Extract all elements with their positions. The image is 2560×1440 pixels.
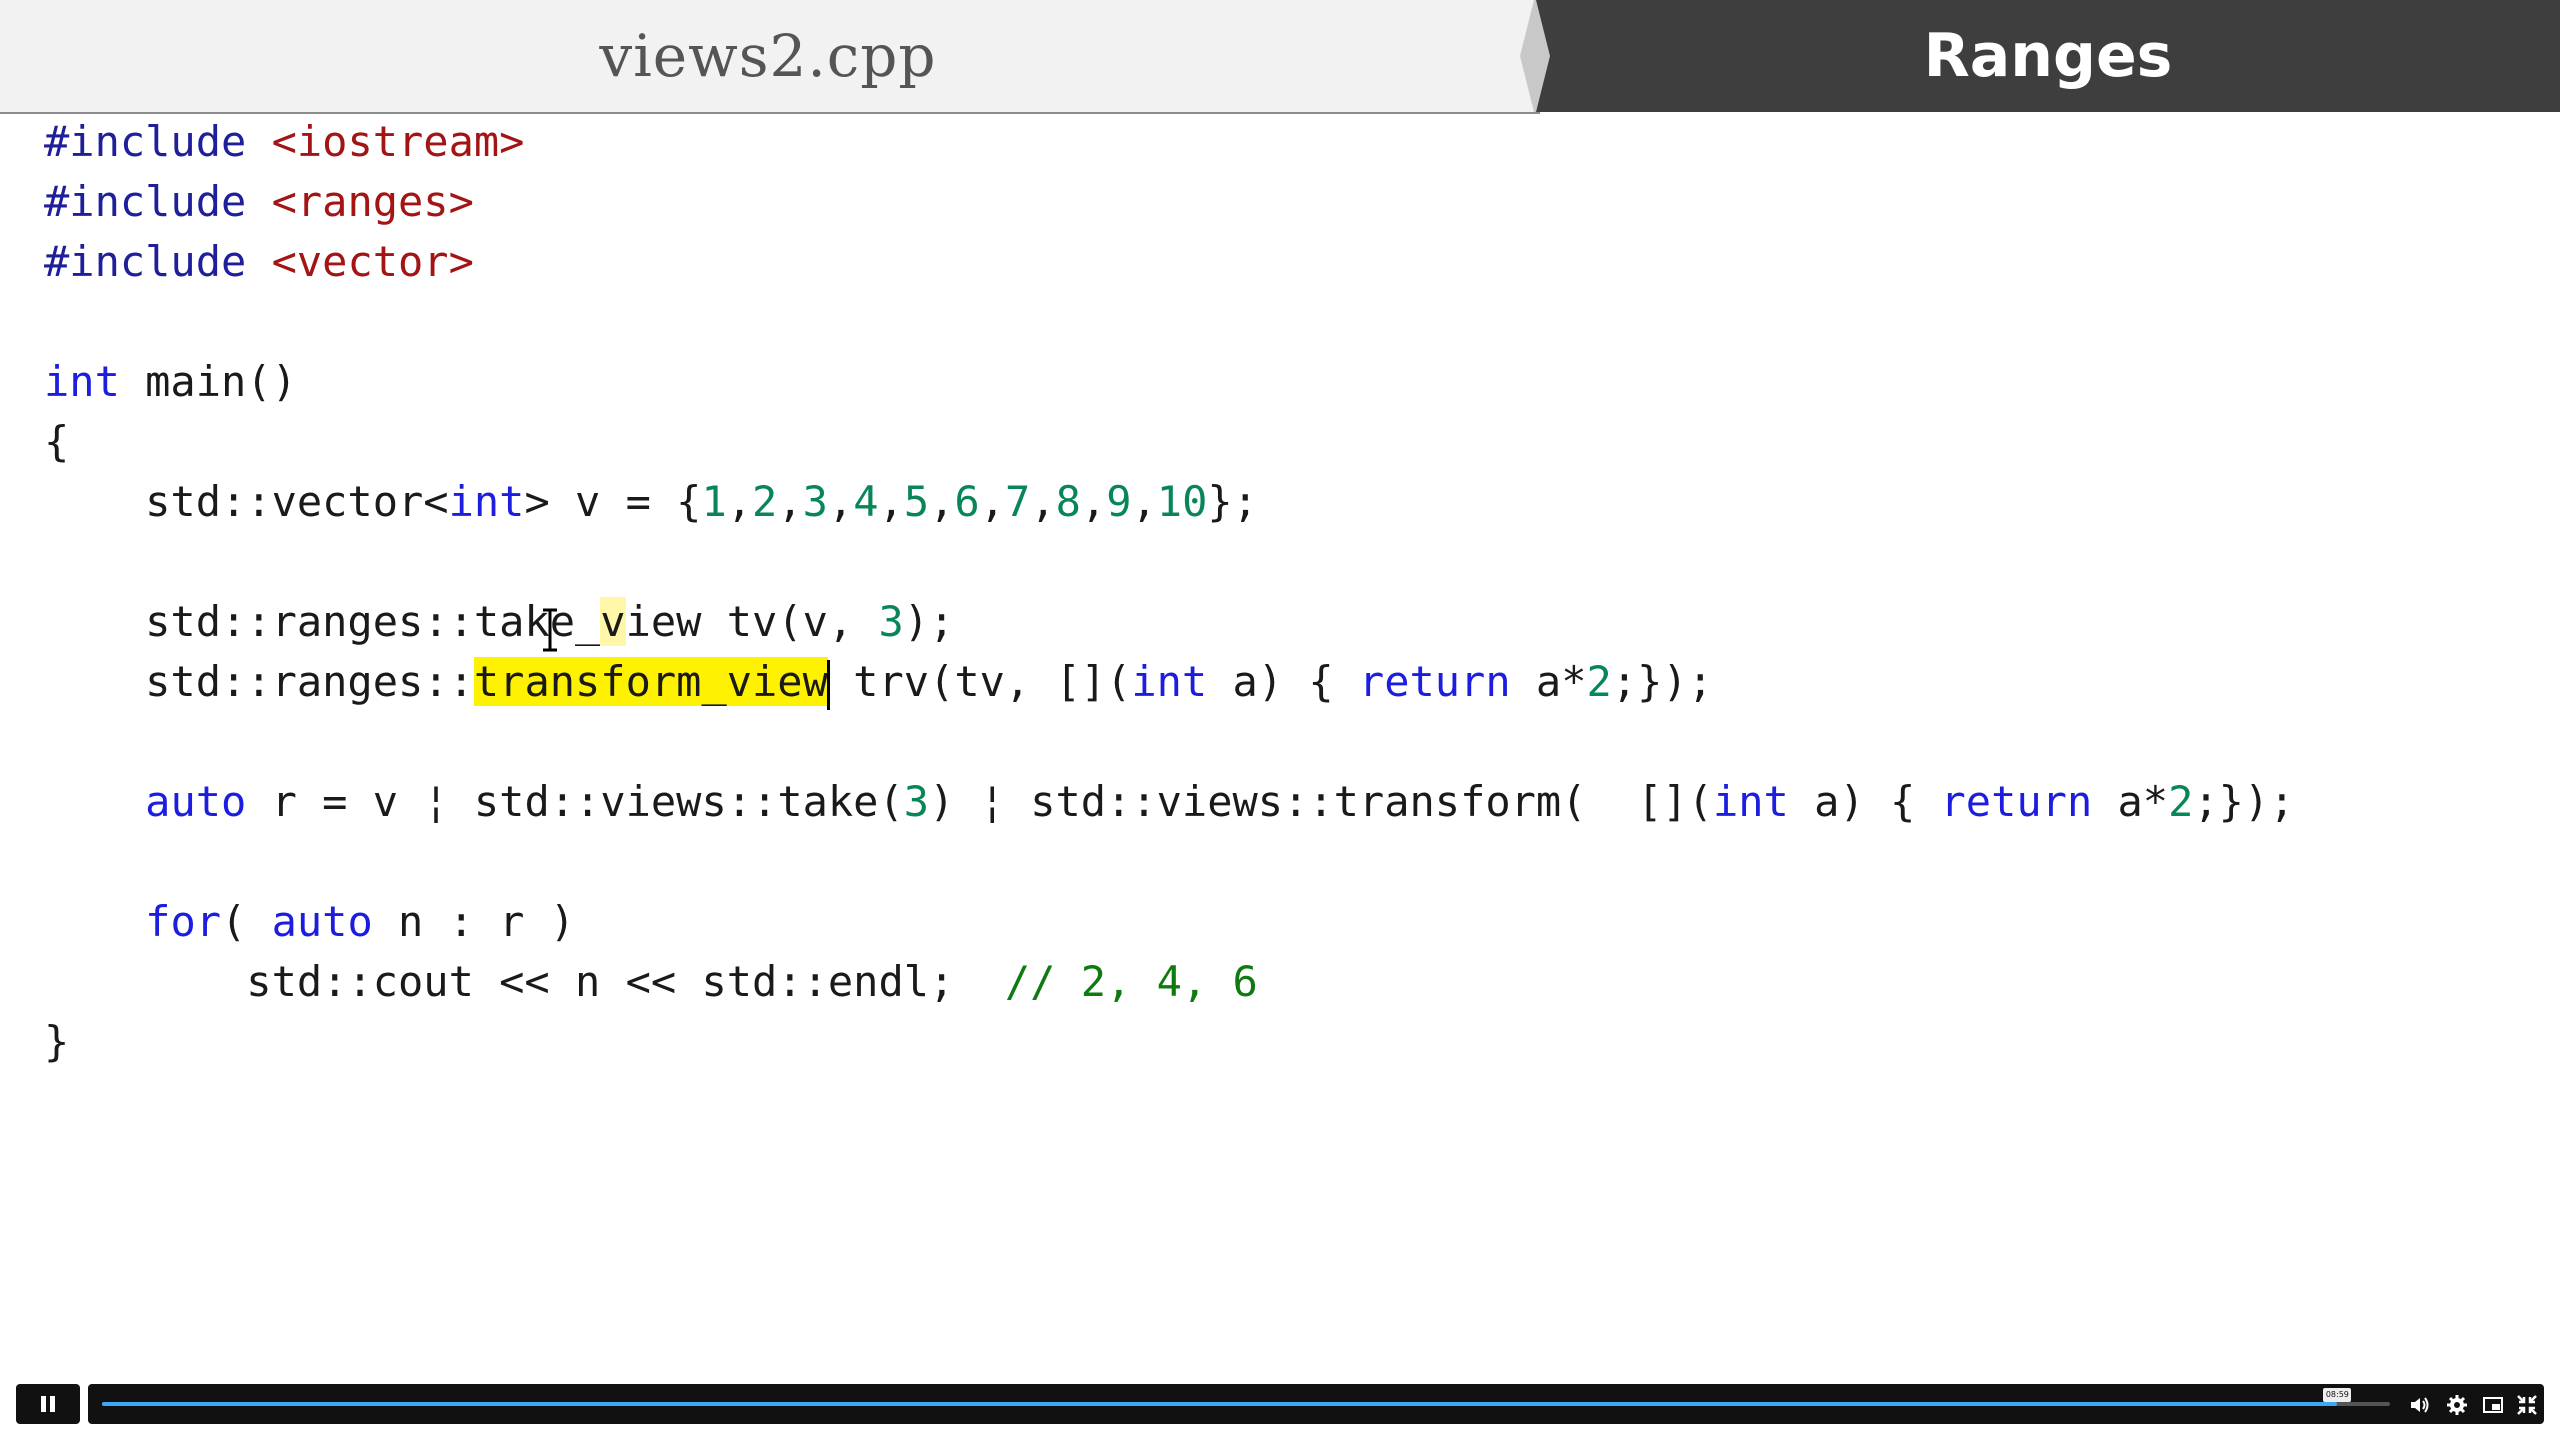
code-token: int [448,477,525,526]
code-token: , [1030,477,1056,526]
volume-icon[interactable] [2408,1394,2430,1416]
code-token: for [145,897,222,946]
code-token: , [827,477,854,526]
code-token: , [979,477,1006,526]
code-number: 3 [903,777,930,826]
code-token: ) ¦ std::views::transform( []( [929,777,1713,826]
code-token: v [600,597,626,646]
code-token: , [777,477,803,526]
code-token: , [1131,477,1157,526]
code-token: int [1712,777,1789,826]
code-line-1: #include <iostream> [44,112,2524,172]
gear-icon[interactable] [2446,1394,2468,1416]
code-number: 3 [802,477,828,526]
code-token: int [44,357,120,406]
code-number: 9 [1106,477,1132,526]
pause-button[interactable] [16,1384,80,1424]
code-number: 4 [853,477,879,526]
code-token: trv(tv, []( [827,657,1132,706]
code-token: r = v ¦ std::views::take( [246,777,904,826]
video-player-bar: 08:59 [0,1380,2560,1440]
code-token: <iostream> [271,117,525,166]
pip-icon[interactable] [2482,1394,2504,1416]
code-token: std::vector< [44,477,449,526]
code-number: 2 [752,477,778,526]
code-line-14: for( auto n : r ) [44,892,2524,952]
code-line-16: } [44,1017,70,1066]
code-token: , [1080,477,1107,526]
code-token: a) { [1207,657,1359,706]
controls-bar: 08:59 [88,1384,2544,1424]
code-token: ;}); [2193,777,2295,826]
code-line-3: #include <vector> [44,232,2524,292]
code-token: ( [221,897,272,946]
code-line-5: int main() [44,352,2524,412]
seek-bar[interactable]: 08:59 [102,1388,2390,1406]
code-token: main() [119,357,297,406]
code-token: }; [1207,477,1258,526]
code-number: 7 [1005,477,1031,526]
code-line-12: auto r = v ¦ std::views::take(3) ¦ std::… [44,772,2524,832]
code-token: #include [44,177,247,226]
code-number: 5 [903,477,930,526]
code-token: iew tv(v, [625,597,879,646]
chevron-separator-icon [1520,0,1556,112]
code-line-6: { [44,417,70,466]
code-token: , [929,477,955,526]
code-token: a) { [1788,777,1941,826]
topic-title: Ranges [1923,21,2173,91]
ibeam-cursor-icon [543,608,557,652]
code-number: 3 [878,597,904,646]
file-tab: views2.cpp [0,0,1536,112]
code-number: 6 [954,477,980,526]
code-token: return [1358,657,1511,706]
code-number: 1 [701,477,727,526]
code-line-7: std::vector<int> v = {1,2,3,4,5,6,7,8,9,… [44,472,2524,532]
code-token: std::ranges::take_ [44,597,601,646]
code-token: auto [271,897,373,946]
code-token: std::cout << n << std::endl; [44,957,1005,1006]
time-tooltip: 08:59 [2323,1388,2352,1402]
code-token: <vector> [271,237,474,286]
code-token: , [726,477,753,526]
code-line-10: std::ranges::transform_view trv(tv, [](i… [44,652,2524,712]
code-token: a* [1510,657,1587,706]
selected-text[interactable]: transform_view [473,657,828,706]
exit-fullscreen-icon[interactable] [2516,1394,2538,1416]
code-token: auto [145,777,247,826]
code-token: , [878,477,904,526]
code-token: n : r ) [372,897,576,946]
pause-icon [39,1396,57,1412]
topic-tab: Ranges [1536,0,2560,112]
file-name: views2.cpp [599,22,937,90]
code-token: ); [903,597,955,646]
code-token: int [1131,657,1208,706]
code-editor[interactable]: #include <iostream> #include <ranges> #i… [44,112,2524,1072]
code-number: 2 [1586,657,1612,706]
code-number: 10 [1156,477,1208,526]
code-line-2: #include <ranges> [44,172,2524,232]
code-token: <ranges> [271,177,474,226]
code-number: 2 [2168,777,2194,826]
code-token: #include [44,237,247,286]
seek-progress [102,1402,2338,1406]
title-bar: views2.cpp Ranges [0,0,2560,114]
code-token: std::ranges:: [44,657,474,706]
code-token: > v = { [524,477,702,526]
code-token: ;}); [1611,657,1713,706]
code-number: 8 [1055,477,1081,526]
code-line-15: std::cout << n << std::endl; // 2, 4, 6 [44,952,2524,1012]
code-token: a* [2092,777,2169,826]
code-line-9: std::ranges::take_view tv(v, 3); [44,592,2524,652]
code-comment: // 2, 4, 6 [1004,957,1258,1006]
code-token: return [1940,777,2093,826]
code-token: #include [44,117,247,166]
